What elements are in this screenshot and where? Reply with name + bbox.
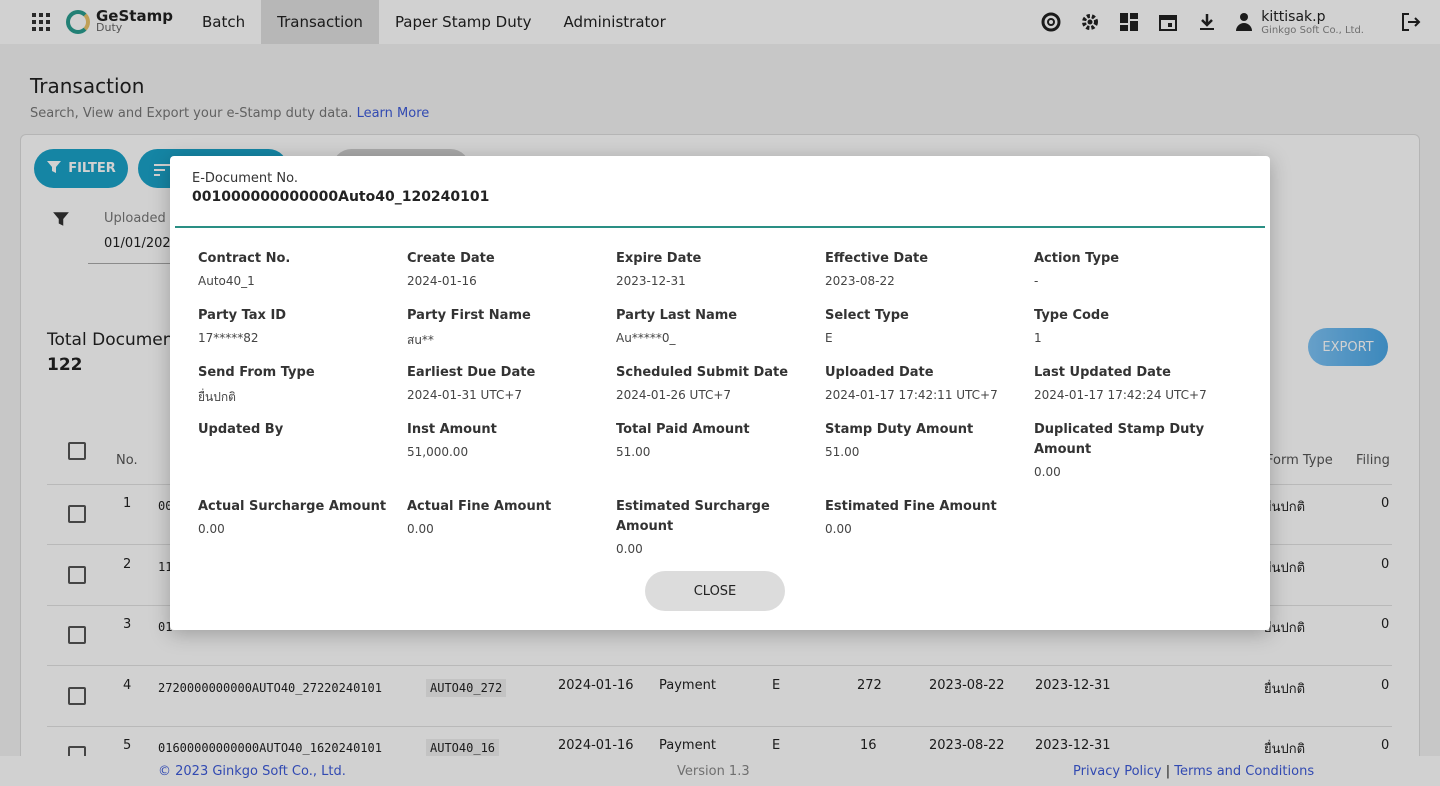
e-document-number: 001000000000000Auto40_120240101 — [192, 189, 490, 205]
field-type-code: Type Code 1 — [1034, 308, 1110, 345]
field-total-paid-amount: Total Paid Amount 51.00 — [616, 422, 750, 459]
field-updated-by: Updated By — [198, 422, 284, 437]
field-select-type: Select Type E — [825, 308, 909, 345]
field-actual-surcharge-amount: Actual Surcharge Amount 0.00 — [198, 499, 387, 536]
field-stamp-duty-amount: Stamp Duty Amount 51.00 — [825, 422, 974, 459]
field-duplicated-stamp-duty-amount: Duplicated Stamp Duty Amount 0.00 — [1034, 422, 1205, 479]
modal-header-divider — [175, 226, 1265, 228]
close-button[interactable]: CLOSE — [645, 571, 785, 611]
field-estimated-fine-amount: Estimated Fine Amount 0.00 — [825, 499, 997, 536]
field-party-tax-id: Party Tax ID 17*****82 — [198, 308, 287, 345]
field-inst-amount: Inst Amount 51,000.00 — [407, 422, 497, 459]
field-scheduled-submit-date: Scheduled Submit Date 2024-01-26 UTC+7 — [616, 365, 789, 402]
field-last-updated-date: Last Updated Date 2024-01-17 17:42:24 UT… — [1034, 365, 1207, 402]
field-earliest-due-date: Earliest Due Date 2024-01-31 UTC+7 — [407, 365, 536, 402]
field-party-first-name: Party First Name สu** — [407, 308, 531, 347]
field-contract-no: Contract No. Auto40_1 — [198, 251, 291, 288]
document-detail-modal: E-Document No. 001000000000000Auto40_120… — [170, 156, 1270, 630]
field-create-date: Create Date 2024-01-16 — [407, 251, 495, 288]
field-actual-fine-amount: Actual Fine Amount 0.00 — [407, 499, 552, 536]
field-expire-date: Expire Date 2023-12-31 — [616, 251, 702, 288]
field-estimated-surcharge-amount: Estimated Surcharge Amount 0.00 — [616, 499, 770, 556]
field-send-from-type: Send From Type ยื่นปกติ — [198, 365, 315, 404]
field-action-type: Action Type - — [1034, 251, 1120, 288]
field-effective-date: Effective Date 2023-08-22 — [825, 251, 929, 288]
e-document-label: E-Document No. — [192, 171, 298, 186]
field-uploaded-date: Uploaded Date 2024-01-17 17:42:11 UTC+7 — [825, 365, 998, 402]
field-party-last-name: Party Last Name Au*****0_ — [616, 308, 738, 345]
